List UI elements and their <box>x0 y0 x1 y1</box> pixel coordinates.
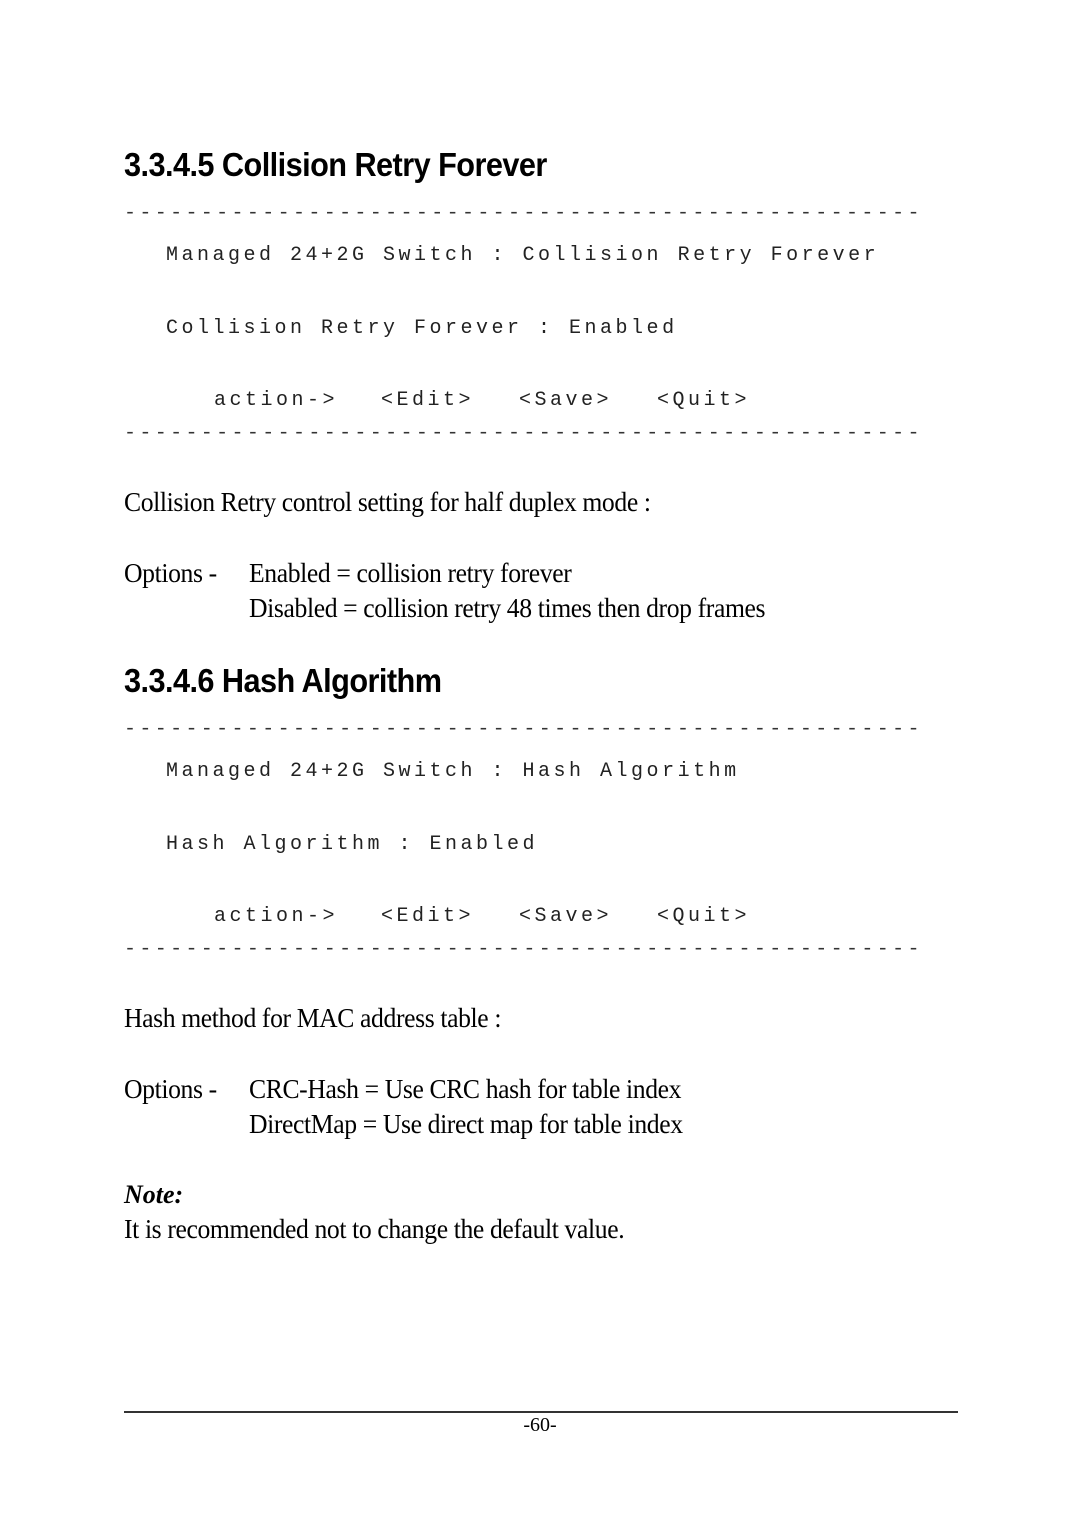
quit-action-button[interactable]: <Quit> <box>657 907 750 927</box>
terminal-setting-line[interactable]: Collision Retry Forever : Enabled <box>166 319 678 339</box>
section-description: Hash method for MAC address table : <box>124 1003 502 1033</box>
footer-rule <box>124 1411 958 1413</box>
terminal-separator-bottom: ----------------------------------------… <box>124 422 923 445</box>
option-item: DirectMap = Use direct map for table ind… <box>249 1109 683 1139</box>
terminal-separator-top: ----------------------------------------… <box>124 202 923 225</box>
edit-action-button[interactable]: <Edit> <box>381 391 474 411</box>
terminal-action-label: action-> <box>214 905 339 928</box>
note-text: It is recommended not to change the defa… <box>124 1214 625 1244</box>
terminal-title-line: Managed 24+2G Switch : Collision Retry F… <box>166 244 880 267</box>
note-label: Note: <box>124 1180 184 1209</box>
options-label: Options - <box>124 558 217 588</box>
save-action-button[interactable]: <Save> <box>519 907 612 927</box>
quit-action-button[interactable]: <Quit> <box>657 391 750 411</box>
section-description: Collision Retry control setting for half… <box>124 487 651 517</box>
save-action-button[interactable]: <Save> <box>519 391 612 411</box>
option-item: Disabled = collision retry 48 times then… <box>249 593 766 623</box>
section-heading-hash-algorithm: 3.3.4.6 Hash Algorithm <box>124 662 442 699</box>
section-heading-collision-retry: 3.3.4.5 Collision Retry Forever <box>124 146 547 183</box>
terminal-setting-line[interactable]: Hash Algorithm : Enabled <box>166 835 538 855</box>
option-item: CRC-Hash = Use CRC hash for table index <box>249 1074 682 1104</box>
terminal-title-line: Managed 24+2G Switch : Hash Algorithm <box>166 760 740 783</box>
terminal-separator-bottom: ----------------------------------------… <box>124 938 923 961</box>
option-item: Enabled = collision retry forever <box>249 558 572 588</box>
terminal-separator-top: ----------------------------------------… <box>124 718 923 741</box>
page-number: -60- <box>523 1414 557 1436</box>
terminal-action-label: action-> <box>214 389 339 412</box>
edit-action-button[interactable]: <Edit> <box>381 907 474 927</box>
options-label: Options - <box>124 1074 217 1104</box>
